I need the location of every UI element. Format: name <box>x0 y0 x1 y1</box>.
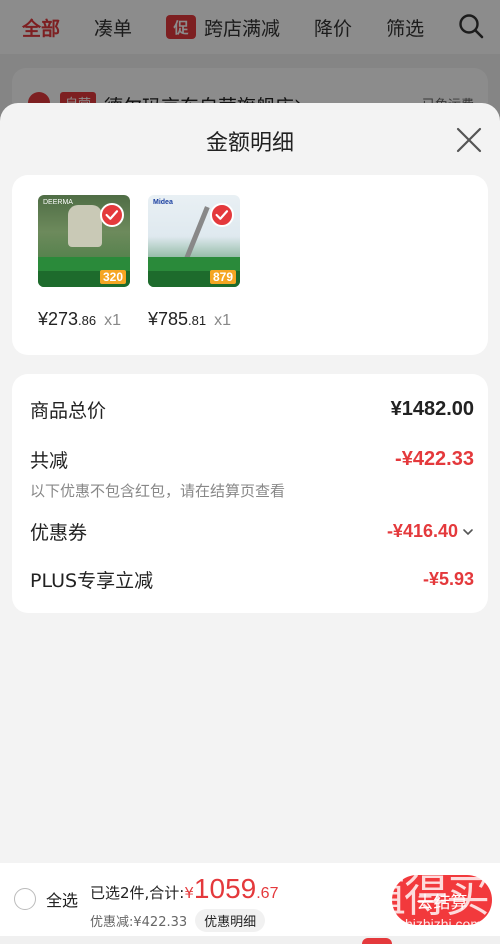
total-reduction-label: 共减 <box>30 450 69 472</box>
coupon-label: 优惠券 <box>30 522 88 544</box>
goods-item[interactable]: DEERMA 320 ¥273.86 x1 <box>38 195 130 330</box>
checkmark-icon[interactable] <box>100 203 124 227</box>
product-price-tag: 879 <box>209 270 236 284</box>
goods-quantity: x1 <box>214 312 232 329</box>
saved-summary: 优惠减:¥422.33 优惠明细 <box>90 909 266 932</box>
product-brand: DEERMA <box>43 199 73 206</box>
price-integer: ¥273 <box>38 309 79 329</box>
goods-item[interactable]: Midea 879 ¥785.81 x1 <box>148 195 240 330</box>
total-reduction-row: 共减 -¥422.33 <box>30 446 474 473</box>
goods-price: ¥273.86 x1 <box>38 309 130 330</box>
radio-unchecked-icon[interactable] <box>14 888 36 910</box>
checkout-button[interactable]: 去结算 <box>392 875 492 925</box>
goods-card: DEERMA 320 ¥273.86 x1 Midea 879 ¥785.81 … <box>12 175 488 355</box>
tab-bar-edge <box>0 936 500 944</box>
product-price-tag: 320 <box>99 270 126 284</box>
price-decimal: .81 <box>188 313 207 328</box>
product-shape <box>183 206 210 262</box>
order-total: 已选2件,合计:¥1059.67 <box>90 873 278 905</box>
coupon-row[interactable]: 优惠券 -¥416.40 <box>30 518 474 545</box>
price-integer: ¥785 <box>148 309 189 329</box>
goods-price: ¥785.81 x1 <box>148 309 240 330</box>
selected-count-text: 已选2件,合计: <box>90 884 185 902</box>
total-price-value: ¥1482.00 <box>390 398 474 420</box>
total-reduction-value: -¥422.33 <box>395 448 474 470</box>
discount-note: 以下优惠不包含红包，请在结算页查看 <box>30 482 286 500</box>
total-price-row: 商品总价 ¥1482.00 <box>30 396 474 423</box>
price-detail-card: 商品总价 ¥1482.00 共减 -¥422.33 以下优惠不包含红包，请在结算… <box>12 374 488 613</box>
total-decimal: .67 <box>256 885 279 902</box>
price-decimal: .86 <box>78 313 97 328</box>
product-image: DEERMA 320 <box>38 195 130 287</box>
chevron-down-icon[interactable] <box>462 527 474 537</box>
plus-discount-row: PLUS专享立减 -¥5.93 <box>30 566 474 593</box>
sheet-title: 金额明细 <box>205 131 294 156</box>
checkmark-icon[interactable] <box>210 203 234 227</box>
goods-quantity: x1 <box>104 312 122 329</box>
total-integer: 1059 <box>193 873 257 904</box>
product-image: Midea 879 <box>148 195 240 287</box>
total-price-label: 商品总价 <box>30 400 107 422</box>
select-all[interactable]: 全选 <box>14 887 78 911</box>
coupon-value: -¥416.40 <box>386 521 458 541</box>
product-shape <box>68 205 102 247</box>
product-band <box>38 257 130 271</box>
saved-amount: 优惠减:¥422.33 <box>90 915 188 930</box>
currency-symbol: ¥ <box>184 884 194 902</box>
product-band <box>148 257 240 271</box>
plus-discount-value: -¥5.93 <box>422 569 474 589</box>
amount-detail-sheet: 金额明细 DEERMA 320 ¥273.86 x1 Midea 879 ¥78… <box>0 103 500 863</box>
plus-discount-label: PLUS专享立减 <box>30 570 154 592</box>
select-all-label: 全选 <box>46 891 79 910</box>
close-icon[interactable] <box>454 125 484 155</box>
notification-badge <box>362 938 392 944</box>
product-brand: Midea <box>153 199 173 206</box>
discount-detail-button[interactable]: 优惠明细 <box>195 909 266 932</box>
cart-bottom-bar: 全选 已选2件,合计:¥1059.67 优惠减:¥422.33 优惠明细 去结算 <box>0 863 500 944</box>
